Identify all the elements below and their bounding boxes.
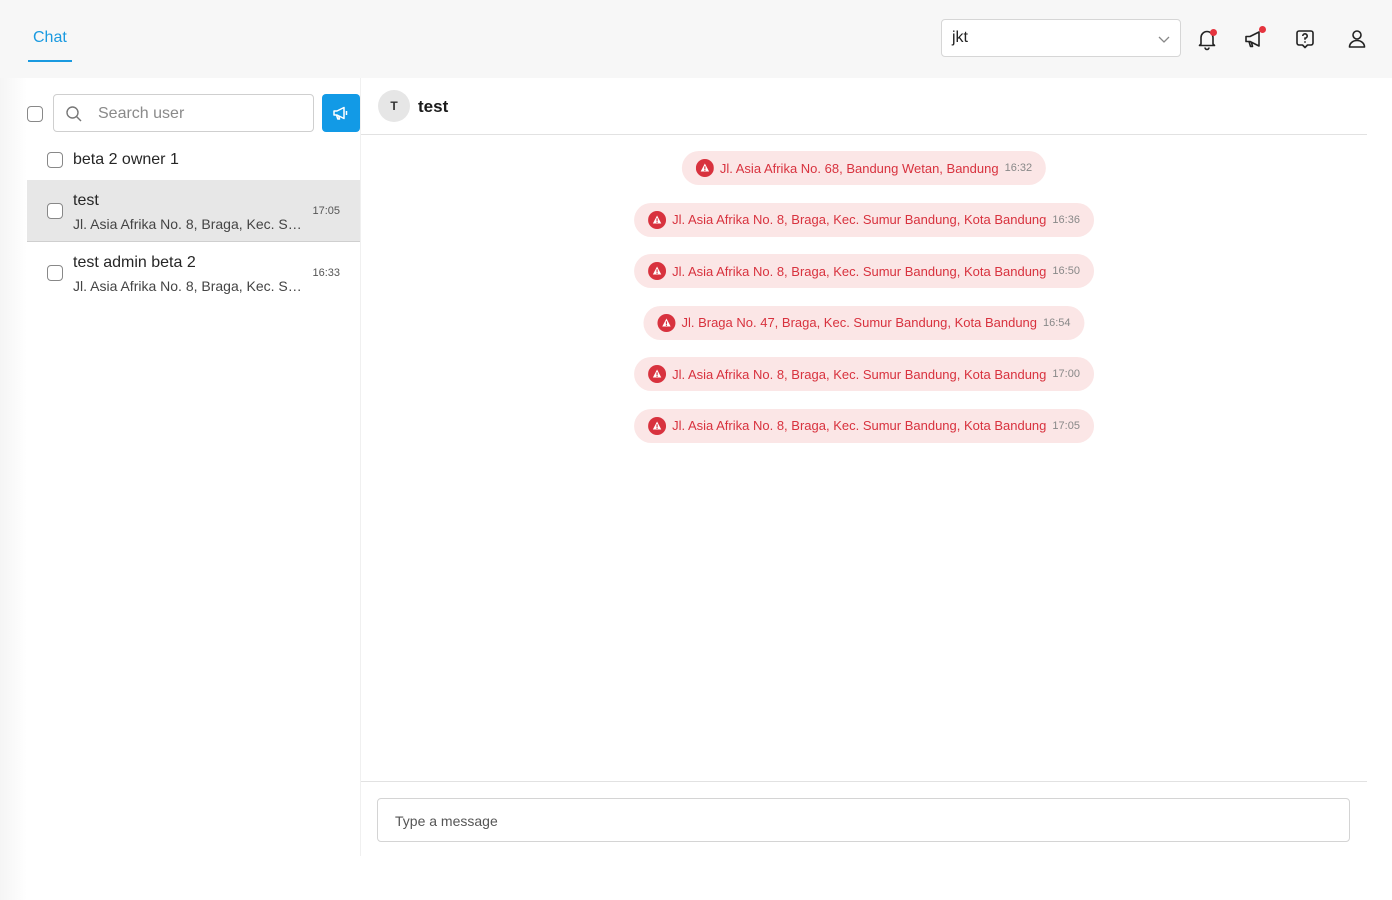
top-bar: Chat jkt xyxy=(0,0,1392,78)
list-item[interactable]: test Jl. Asia Afrika No. 8, Braga, Kec. … xyxy=(27,180,360,242)
store-select-value: jkt xyxy=(952,29,968,46)
tab-chat[interactable]: Chat xyxy=(28,26,72,62)
user-name: test admin beta 2 xyxy=(73,254,196,271)
left-gutter xyxy=(0,78,27,900)
notification-dot xyxy=(1210,29,1217,36)
user-name: test xyxy=(73,192,99,209)
warning-icon xyxy=(648,262,667,280)
row-checkbox[interactable] xyxy=(47,265,63,281)
message-time: 16:33 xyxy=(312,267,340,279)
composer-divider xyxy=(361,781,1367,782)
message-time: 17:05 xyxy=(312,205,340,217)
megaphone-icon xyxy=(333,106,348,120)
user-name: beta 2 owner 1 xyxy=(73,151,179,168)
announcement-dot xyxy=(1259,26,1266,33)
user-sidebar: beta 2 owner 1 test Jl. Asia Afrika No. … xyxy=(27,78,360,856)
avatar: T xyxy=(378,90,410,122)
announcements-button[interactable] xyxy=(1241,26,1267,52)
warning-icon xyxy=(648,416,667,435)
row-checkbox[interactable] xyxy=(47,152,63,168)
message-input[interactable] xyxy=(395,811,1295,831)
store-select[interactable]: jkt xyxy=(941,19,1181,57)
chat-header: T test xyxy=(361,78,1367,135)
chevron-down-icon xyxy=(1158,36,1170,43)
chat-title: test xyxy=(418,97,449,116)
broadcast-button[interactable] xyxy=(322,94,360,132)
message-time: 16:36 xyxy=(1052,213,1080,226)
message-text: Jl. Asia Afrika No. 8, Braga, Kec. Sumur… xyxy=(672,212,1047,227)
message-time: 17:05 xyxy=(1052,419,1080,432)
message-list: Jl. Asia Afrika No. 68, Bandung Wetan, B… xyxy=(361,135,1367,444)
message-text: Jl. Asia Afrika No. 8, Braga, Kec. Sumur… xyxy=(672,263,1047,279)
chat-panel: T test Jl. Asia Afrika No. 68, Bandung W… xyxy=(360,78,1367,856)
search-icon xyxy=(66,106,82,122)
location-alert-message[interactable]: Jl. Asia Afrika No. 8, Braga, Kec. Sumur… xyxy=(634,408,1094,443)
warning-icon xyxy=(648,210,667,229)
message-text: Jl. Braga No. 47, Braga, Kec. Sumur Band… xyxy=(681,315,1038,330)
select-all-checkbox[interactable] xyxy=(27,106,43,122)
warning-icon xyxy=(648,365,667,383)
message-time: 16:54 xyxy=(1043,316,1071,329)
message-time: 16:32 xyxy=(1004,162,1033,174)
user-icon xyxy=(1348,30,1366,48)
row-checkbox[interactable] xyxy=(47,203,63,219)
last-message: Jl. Asia Afrika No. 8, Braga, Kec. Sumur… xyxy=(73,278,305,294)
message-text: Jl. Asia Afrika No. 8, Braga, Kec. Sumur… xyxy=(672,418,1047,433)
last-message: Jl. Asia Afrika No. 8, Braga, Kec. Sumur… xyxy=(73,216,305,232)
notifications-button[interactable] xyxy=(1194,26,1220,52)
location-alert-message[interactable]: Jl. Asia Afrika No. 8, Braga, Kec. Sumur… xyxy=(634,357,1094,391)
location-alert-message[interactable]: Jl. Asia Afrika No. 68, Bandung Wetan, B… xyxy=(681,151,1047,185)
location-alert-message[interactable]: Jl. Braga No. 47, Braga, Kec. Sumur Band… xyxy=(643,305,1085,340)
search-user-input[interactable] xyxy=(98,103,298,125)
list-item[interactable]: test admin beta 2 Jl. Asia Afrika No. 8,… xyxy=(27,242,360,304)
location-alert-message[interactable]: Jl. Asia Afrika No. 8, Braga, Kec. Sumur… xyxy=(634,202,1094,237)
search-user-box[interactable] xyxy=(53,94,314,132)
profile-button[interactable] xyxy=(1344,26,1370,52)
warning-icon xyxy=(695,159,714,177)
message-composer[interactable] xyxy=(377,798,1350,842)
list-item[interactable]: beta 2 owner 1 xyxy=(27,142,360,180)
location-alert-message[interactable]: Jl. Asia Afrika No. 8, Braga, Kec. Sumur… xyxy=(634,254,1094,288)
user-list: beta 2 owner 1 test Jl. Asia Afrika No. … xyxy=(27,142,360,304)
help-button[interactable] xyxy=(1292,26,1318,52)
message-time: 16:50 xyxy=(1052,265,1080,277)
help-chat-icon xyxy=(1296,30,1314,49)
message-text: Jl. Asia Afrika No. 8, Braga, Kec. Sumur… xyxy=(672,366,1047,382)
message-text: Jl. Asia Afrika No. 68, Bandung Wetan, B… xyxy=(719,160,999,176)
warning-icon xyxy=(657,313,676,332)
message-time: 17:00 xyxy=(1052,368,1080,380)
